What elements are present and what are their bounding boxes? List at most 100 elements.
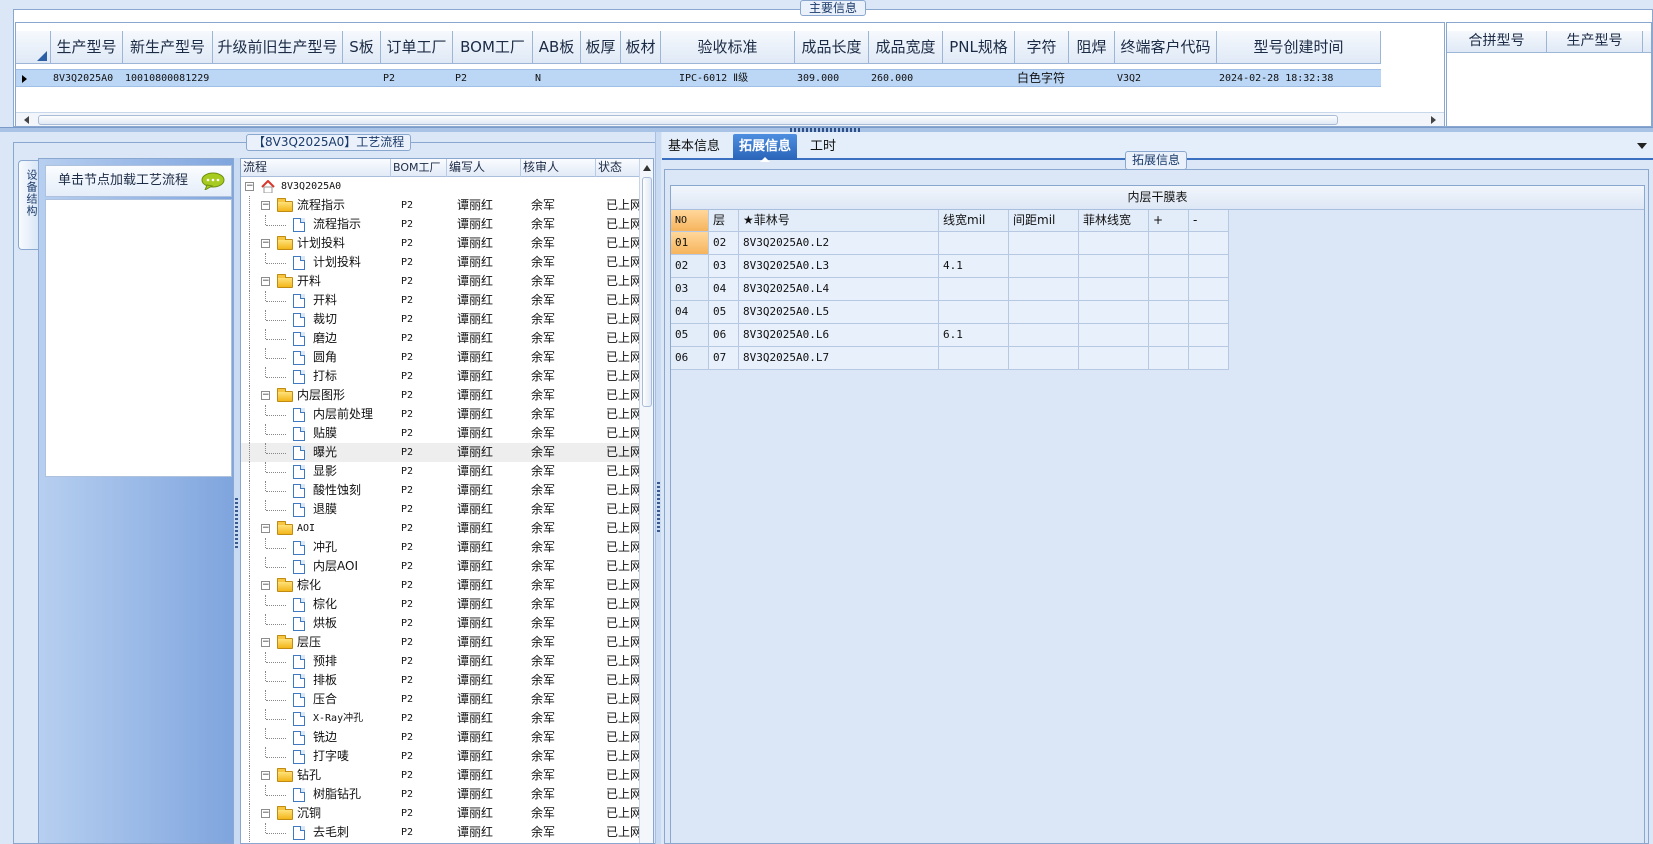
table-cell[interactable] (1149, 324, 1189, 347)
row-header[interactable]: 03 (671, 278, 709, 301)
tree-row[interactable]: 圆角 P2 谭丽红 余军 已上网 (241, 348, 653, 367)
main-grid-row[interactable]: 8V3Q2025A0 10010800081229 P2 P2 N IPC-6012 Ⅱ级… (16, 69, 1381, 87)
table-cell[interactable] (1079, 347, 1149, 370)
collapse-icon[interactable]: − (261, 239, 270, 248)
grid-cell[interactable]: IPC-6012 Ⅱ级 (661, 70, 795, 87)
tree-node[interactable]: − 钻孔 (241, 766, 397, 785)
table-cell[interactable] (1009, 301, 1079, 324)
table-cell[interactable]: 05 (709, 301, 739, 324)
tree-node[interactable]: 裁切 (241, 310, 397, 329)
tree-row[interactable]: 内层AOI P2 谭丽红 余军 已上网 (241, 557, 653, 576)
table-cell[interactable] (1009, 347, 1079, 370)
column-header[interactable]: 流程 (241, 159, 391, 177)
column-header[interactable]: 订单工厂 (381, 31, 453, 64)
column-header[interactable]: AB板 (533, 31, 581, 64)
column-header[interactable]: ★菲林号 (739, 210, 939, 232)
collapse-icon[interactable]: − (261, 581, 270, 590)
tab-basic-info[interactable]: 基本信息 (662, 134, 726, 160)
collapse-icon[interactable]: − (261, 277, 270, 286)
tree-row[interactable]: 打标 P2 谭丽红 余军 已上网 (241, 367, 653, 386)
grid-cell[interactable]: N (533, 70, 581, 87)
tree-row[interactable]: 贴膜 P2 谭丽红 余军 已上网 (241, 424, 653, 443)
tree-row[interactable]: 内层前处理 P2 谭丽红 余军 已上网 (241, 405, 653, 424)
table-cell[interactable]: 6.1 (939, 324, 1009, 347)
table-cell[interactable] (939, 278, 1009, 301)
tree-node[interactable]: − 沉铜 (241, 804, 397, 823)
tree-node[interactable]: 铣边 (241, 728, 397, 747)
column-header[interactable]: 验收标准 (661, 31, 795, 64)
grid-cell[interactable]: 10010800081229 (123, 70, 213, 87)
tree-node[interactable]: − 层压 (241, 633, 397, 652)
tree-row[interactable]: − 沉铜 P2 谭丽红 余军 已上网 (241, 804, 653, 823)
table-cell[interactable] (1149, 255, 1189, 278)
collapse-icon[interactable]: − (261, 638, 270, 647)
column-header[interactable]: 型号创建时间 (1217, 31, 1381, 64)
grid-cell[interactable]: 8V3Q2025A0 (51, 70, 123, 87)
tab-extended-info[interactable]: 拓展信息 (733, 134, 798, 162)
tree-node[interactable]: X-Ray冲孔 (241, 709, 397, 728)
grid-corner[interactable] (16, 31, 51, 64)
collapse-icon[interactable]: − (261, 809, 270, 818)
table-cell[interactable] (1009, 232, 1079, 255)
grid-cell[interactable]: V3Q2 (1115, 70, 1217, 87)
main-grid-hscrollbar[interactable] (16, 112, 1444, 126)
column-header[interactable]: 核审人 (521, 159, 596, 177)
tree-node[interactable]: 预排 (241, 652, 397, 671)
table-cell[interactable]: 4.1 (939, 255, 1009, 278)
table-cell[interactable] (1189, 278, 1229, 301)
column-header[interactable]: 生产型号 (51, 31, 123, 64)
tree-row[interactable]: 曝光 P2 谭丽红 余军 已上网 (241, 443, 653, 462)
table-cell[interactable] (1079, 255, 1149, 278)
tree-row[interactable]: 树脂钻孔 P2 谭丽红 余军 已上网 (241, 785, 653, 804)
table-cell[interactable] (939, 347, 1009, 370)
table-row[interactable]: 01 02 8V3Q2025A0.L2 (671, 232, 1644, 255)
table-cell[interactable] (1189, 255, 1229, 278)
column-header[interactable]: 字符 (1015, 31, 1069, 64)
table-cell[interactable] (1149, 301, 1189, 324)
tree-row[interactable]: 开料 P2 谭丽红 余军 已上网 (241, 291, 653, 310)
tree-node[interactable]: 压合 (241, 690, 397, 709)
chevron-down-icon[interactable] (1637, 143, 1647, 149)
table-cell[interactable] (1149, 232, 1189, 255)
tree-node[interactable]: 退膜 (241, 500, 397, 519)
table-cell[interactable]: 8V3Q2025A0.L4 (739, 278, 939, 301)
tree-node[interactable]: 内层AOI (241, 557, 397, 576)
scroll-up-icon[interactable] (643, 165, 651, 171)
tree-row[interactable]: 压合 P2 谭丽红 余军 已上网 (241, 690, 653, 709)
tree-row[interactable]: − AOI P2 谭丽红 余军 已上网 (241, 519, 653, 538)
collapse-icon[interactable]: − (261, 391, 270, 400)
process-tree-grid[interactable]: 流程 BOM工厂 编写人 核审人 状态 −8V3Q2025A0− 流程指示 P2 谭丽红 余军已… (240, 158, 654, 844)
scroll-thumb[interactable] (642, 177, 652, 407)
tree-node[interactable]: 去毛刺 (241, 823, 397, 842)
splitter-grip-icon[interactable] (235, 498, 238, 548)
tree-row[interactable]: 预排 P2 谭丽红 余军 已上网 (241, 652, 653, 671)
tree-row[interactable]: 去毛刺 P2 谭丽红 余军 已上网 (241, 823, 653, 842)
column-header[interactable]: 生产型号 (1547, 31, 1643, 53)
table-cell[interactable]: 06 (709, 324, 739, 347)
column-header[interactable]: 阻焊 (1069, 31, 1115, 64)
column-header[interactable]: S板 (343, 31, 381, 64)
tree-row[interactable]: 磨边 P2 谭丽红 余军 已上网 (241, 329, 653, 348)
right-vertical-splitter[interactable] (655, 132, 661, 844)
tree-row[interactable]: 排板 P2 谭丽红 余军 已上网 (241, 671, 653, 690)
tree-node[interactable]: 烘板 (241, 614, 397, 633)
table-cell[interactable] (1079, 232, 1149, 255)
grid-cell[interactable]: P2 (381, 70, 453, 87)
table-cell[interactable] (1149, 278, 1189, 301)
tree-row[interactable]: 计划投料 P2 谭丽红 余军 已上网 (241, 253, 653, 272)
tree-node[interactable]: − 棕化 (241, 576, 397, 595)
grid-cell[interactable]: 白色字符 (1015, 70, 1069, 87)
tree-node[interactable]: 打字唛 (241, 747, 397, 766)
tree-row[interactable]: − 计划投料 P2 谭丽红 余军 已上网 (241, 234, 653, 253)
grid-cell[interactable] (1069, 70, 1115, 87)
column-header[interactable]: 菲林线宽 (1079, 210, 1149, 232)
column-header[interactable]: 状态 (596, 159, 640, 177)
table-cell[interactable] (939, 301, 1009, 324)
splitter-grip-icon[interactable] (657, 482, 660, 532)
tree-node[interactable]: 棕化 (241, 595, 397, 614)
table-row[interactable]: 05 06 8V3Q2025A0.L6 6.1 (671, 324, 1644, 347)
tree-vscrollbar[interactable] (639, 159, 653, 843)
row-header[interactable]: 01 (671, 232, 709, 255)
tree-node[interactable]: 冲孔 (241, 538, 397, 557)
row-header[interactable]: 06 (671, 347, 709, 370)
